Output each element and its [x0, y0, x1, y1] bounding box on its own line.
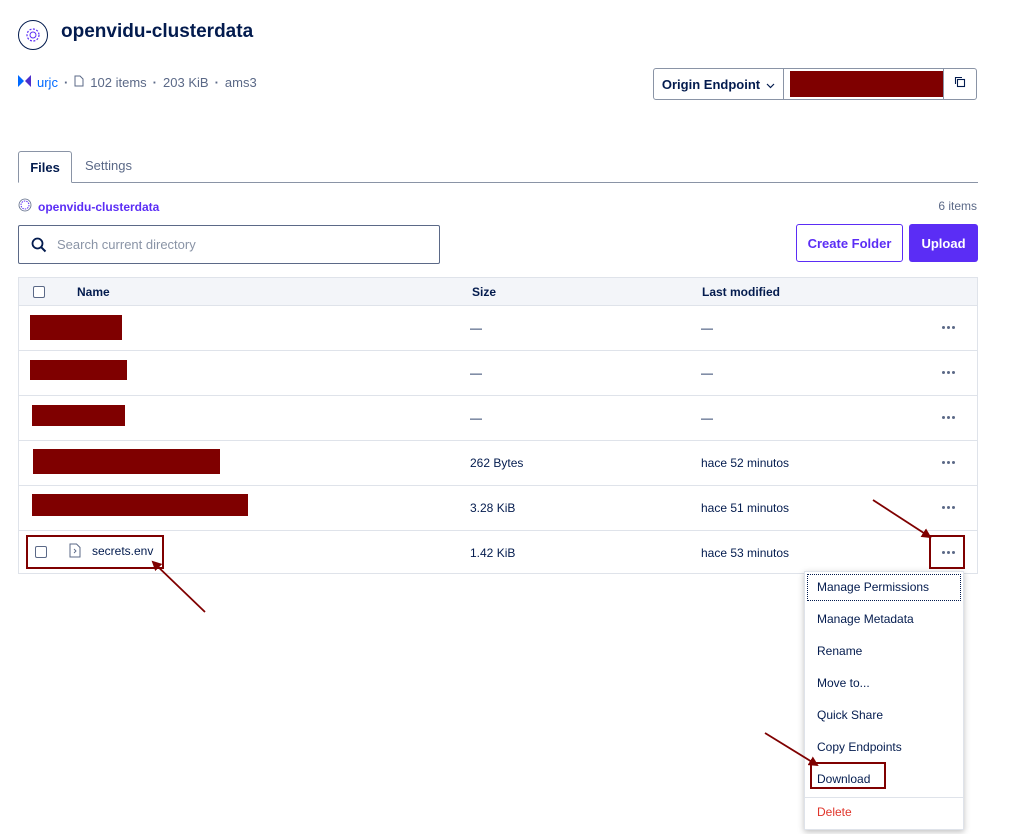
redacted-name: [30, 315, 122, 340]
endpoint-select-label: Origin Endpoint: [661, 76, 761, 92]
menu-item-copy-endpoints[interactable]: Copy Endpoints: [817, 740, 902, 754]
search-input[interactable]: [55, 236, 419, 253]
breadcrumb[interactable]: openvidu-clusterdata: [18, 198, 159, 215]
chevron-down-icon: [766, 77, 775, 92]
copy-endpoint-button[interactable]: [943, 69, 976, 99]
project-icon: [18, 75, 31, 90]
select-all-checkbox[interactable]: [33, 286, 45, 298]
column-name: Name: [77, 285, 110, 299]
menu-divider: [805, 797, 963, 798]
row-modified: —: [701, 366, 713, 380]
more-options-icon[interactable]: [938, 409, 958, 425]
row-modified: hace 53 minutos: [701, 546, 790, 560]
row-modified: —: [701, 411, 713, 425]
bucket-icon: [18, 198, 32, 215]
context-menu: Manage Permissions Manage Metadata Renam…: [804, 571, 964, 830]
bucket-region: ams3: [224, 75, 257, 90]
endpoint-select[interactable]: Origin Endpoint: [654, 69, 784, 99]
menu-item-manage-metadata[interactable]: Manage Metadata: [817, 612, 914, 626]
redacted-name: [32, 405, 125, 426]
row-modified: hace 51 minutos: [701, 501, 790, 515]
file-icon: [74, 75, 84, 90]
redacted-name: [32, 494, 248, 516]
row-size: 1.42 KiB: [470, 546, 516, 560]
tab-settings[interactable]: Settings: [85, 158, 132, 173]
row-modified: hace 52 minutos: [701, 456, 790, 470]
menu-item-manage-permissions[interactable]: Manage Permissions: [817, 580, 929, 594]
row-size: —: [470, 321, 482, 335]
more-options-icon[interactable]: [938, 499, 958, 515]
menu-item-quick-share[interactable]: Quick Share: [817, 708, 883, 722]
separator-dot: ·: [152, 75, 158, 90]
page-title: openvidu-clusterdata: [61, 21, 254, 42]
annotation-highlight-download: [810, 762, 886, 789]
row-size: —: [470, 411, 482, 425]
items-count: 6 items: [938, 199, 977, 213]
annotation-highlight-more: [929, 535, 965, 569]
row-size: —: [470, 366, 482, 380]
endpoint-url-redacted: [790, 71, 944, 97]
bucket-size: 203 KiB: [163, 75, 209, 90]
table-row[interactable]: — —: [19, 306, 977, 351]
bucket-icon: [18, 20, 48, 50]
redacted-name: [30, 360, 127, 380]
menu-item-delete[interactable]: Delete: [817, 805, 852, 819]
menu-item-move-to[interactable]: Move to...: [817, 676, 870, 690]
table-row[interactable]: 262 Bytes hace 52 minutos: [19, 441, 977, 486]
more-options-icon[interactable]: [938, 364, 958, 380]
separator-dot: ·: [63, 75, 69, 90]
endpoint-group: Origin Endpoint: [653, 68, 977, 100]
table-header: Name Size Last modified: [19, 278, 977, 306]
annotation-highlight-file: [26, 535, 164, 569]
menu-item-rename[interactable]: Rename: [817, 644, 862, 658]
upload-button[interactable]: Upload: [909, 224, 978, 262]
column-last-modified: Last modified: [702, 285, 781, 299]
more-options-icon[interactable]: [938, 454, 958, 470]
redacted-name: [33, 449, 220, 474]
project-link[interactable]: urjc: [37, 75, 58, 90]
separator-dot: ·: [214, 75, 219, 90]
table-row[interactable]: 3.28 KiB hace 51 minutos: [19, 486, 977, 531]
table-row[interactable]: — —: [19, 351, 977, 396]
item-count: 102 items: [90, 75, 147, 90]
tabs-divider: [18, 182, 978, 183]
search-box: [18, 225, 440, 264]
more-options-icon[interactable]: [938, 319, 958, 335]
row-modified: —: [701, 321, 713, 335]
row-size: 3.28 KiB: [470, 501, 516, 515]
copy-icon: [954, 75, 966, 93]
create-folder-button[interactable]: Create Folder: [796, 224, 903, 262]
breadcrumb-label: openvidu-clusterdata: [38, 199, 160, 214]
table-row[interactable]: — —: [19, 396, 977, 441]
search-icon: [31, 237, 47, 253]
tab-files[interactable]: Files: [18, 151, 72, 183]
column-size: Size: [472, 285, 497, 299]
files-table: Name Size Last modified — — — — — — 262 …: [18, 277, 978, 574]
row-size: 262 Bytes: [470, 456, 524, 470]
bucket-meta: urjc · 102 items · 203 KiB · ams3: [18, 75, 257, 90]
